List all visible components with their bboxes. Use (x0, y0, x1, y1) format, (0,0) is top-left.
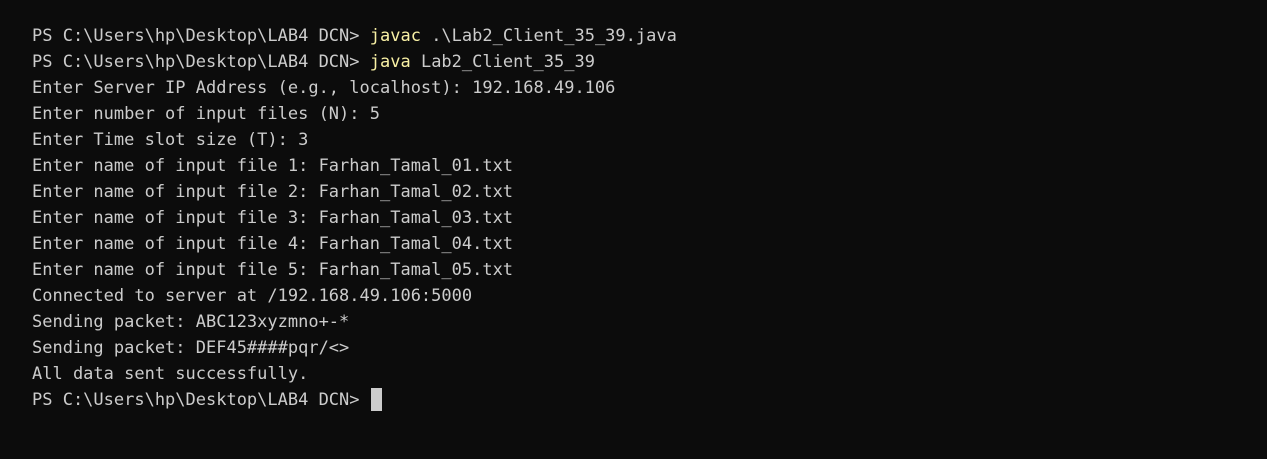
terminal-output-line: Enter name of input file 4: Farhan_Tamal… (32, 234, 514, 254)
terminal-output-line: Enter Server IP Address (e.g., localhost… (32, 78, 616, 98)
terminal-output-line: Enter name of input file 2: Farhan_Tamal… (32, 182, 514, 202)
command-args: .\Lab2_Client_35_39.java (420, 26, 677, 46)
text-cursor (370, 388, 382, 411)
terminal-output-line: Enter name of input file 1: Farhan_Tamal… (32, 156, 514, 176)
terminal-window[interactable]: PS C:\Users\hp\Desktop\LAB4 DCN> javac .… (0, 0, 1267, 459)
terminal-output-line: Sending packet: DEF45####pqr/<> (32, 338, 350, 358)
terminal-output-line: Connected to server at /192.168.49.106:5… (32, 286, 473, 306)
terminal-line-java-command: PS C:\Users\hp\Desktop\LAB4 DCN> java La… (32, 49, 1267, 75)
command-args: Lab2_Client_35_39 (410, 52, 595, 72)
terminal-input-line[interactable]: PS C:\Users\hp\Desktop\LAB4 DCN> (32, 387, 1267, 413)
terminal-output-line: Enter number of input files (N): 5 (32, 104, 380, 124)
terminal-line-javac-command: PS C:\Users\hp\Desktop\LAB4 DCN> javac .… (32, 23, 1267, 49)
terminal-output-line: Enter Time slot size (T): 3 (32, 130, 309, 150)
shell-prompt: PS C:\Users\hp\Desktop\LAB4 DCN> (32, 390, 370, 410)
command-name: java (369, 52, 411, 72)
shell-prompt: PS C:\Users\hp\Desktop\LAB4 DCN> (32, 26, 370, 46)
command-name: javac (369, 26, 421, 46)
terminal-output-line: Enter name of input file 5: Farhan_Tamal… (32, 260, 514, 280)
shell-prompt: PS C:\Users\hp\Desktop\LAB4 DCN> (32, 52, 370, 72)
terminal-output-line: Enter name of input file 3: Farhan_Tamal… (32, 208, 514, 228)
terminal-output-line: Sending packet: ABC123xyzmno+-* (32, 312, 350, 332)
terminal-output-line: All data sent successfully. (32, 364, 309, 384)
